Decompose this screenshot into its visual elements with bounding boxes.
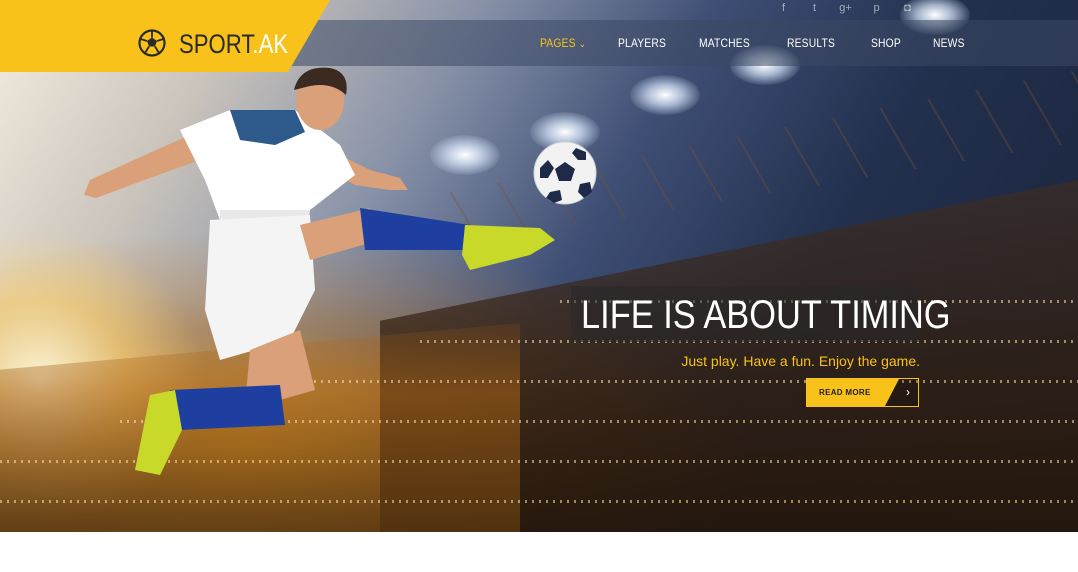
nav-item-label: PAGES (540, 36, 576, 50)
floodlight (630, 75, 700, 115)
read-more-button[interactable]: READ MORE › (806, 378, 919, 407)
chevron-right-icon: › (906, 385, 910, 399)
button-label: READ MORE (819, 388, 871, 397)
site-logo[interactable]: SPORT.AK (179, 28, 288, 60)
twitter-icon[interactable]: t (799, 0, 830, 18)
soccer-ball (533, 141, 597, 205)
nav-item-label: RESULTS (786, 36, 835, 50)
nav-item-matches[interactable]: MATCHES (699, 36, 750, 50)
crowd-row (0, 500, 1078, 503)
logo-text-accent: .AK (252, 29, 289, 59)
instagram-icon[interactable]: ◘ (892, 0, 923, 18)
facebook-icon[interactable]: f (768, 0, 799, 18)
nav-item-players[interactable]: PLAYERS (618, 36, 666, 50)
pinterest-icon[interactable]: p (861, 0, 892, 18)
google-plus-icon[interactable]: g+ (830, 0, 861, 18)
player-illustration (84, 67, 555, 475)
soccer-ball-icon[interactable] (138, 29, 166, 57)
chevron-down-icon: ⌄ (578, 39, 587, 50)
nav-item-label: NEWS (933, 36, 966, 50)
nav-item-results[interactable]: RESULTS (787, 36, 835, 50)
nav-item-shop[interactable]: SHOP (871, 36, 901, 50)
nav-item-label: PLAYERS (617, 36, 666, 50)
nav-item-label: SHOP (870, 36, 901, 50)
nav-item-label: MATCHES (699, 36, 751, 50)
social-links: f t g+ p ◘ (768, 0, 923, 18)
nav-item-news[interactable]: NEWS (933, 36, 965, 50)
logo-text-main: SPORT (179, 29, 253, 59)
main-nav: PAGES ⌄ PLAYERS MATCHES RESULTS SHOP NEW… (540, 20, 970, 66)
nav-item-pages[interactable]: PAGES ⌄ (540, 36, 586, 50)
hero-headline: LIFE IS ABOUT TIMING (581, 293, 951, 337)
hero-tagline: Just play. Have a fun. Enjoy the game. (681, 353, 920, 369)
hero-banner (0, 0, 1078, 532)
